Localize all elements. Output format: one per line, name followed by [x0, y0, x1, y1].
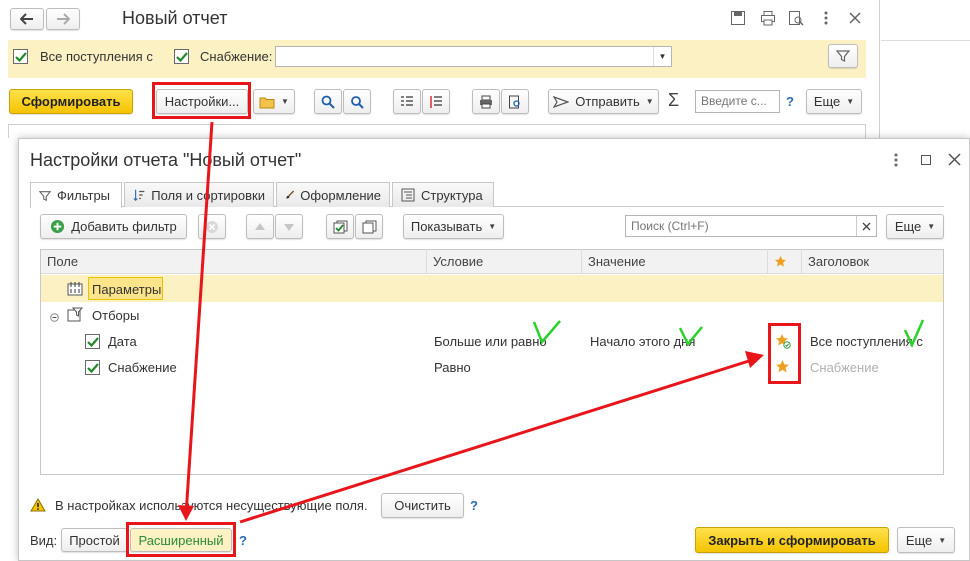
annotation-overlay	[178, 121, 925, 524]
